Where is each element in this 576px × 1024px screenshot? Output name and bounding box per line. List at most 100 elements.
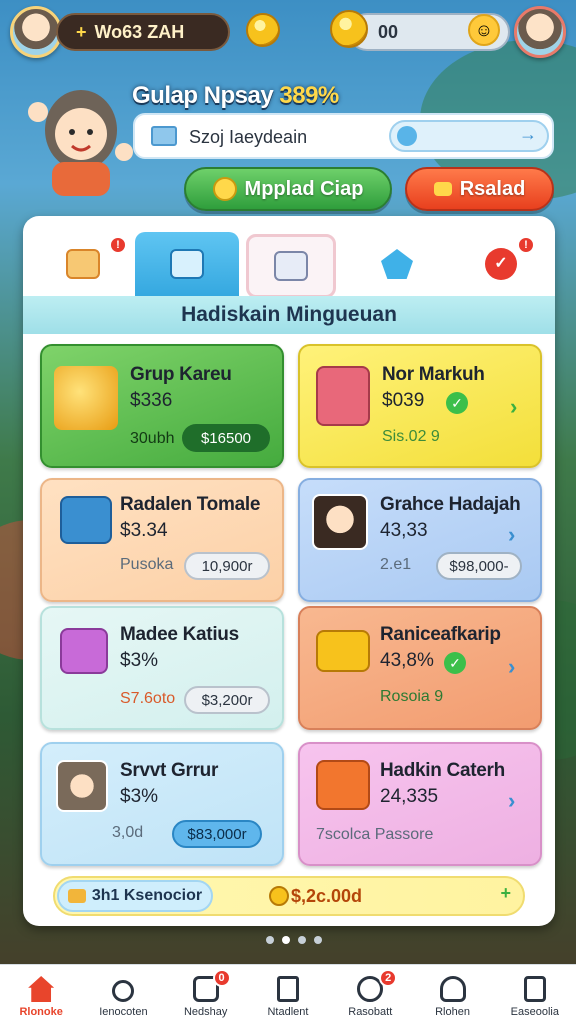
nav-profile[interactable]: Rlohen [411,965,493,1024]
card-title: Raniceafkarip [380,624,501,645]
card-price: $3.34 [120,520,168,541]
offer-card-2[interactable]: Nor Markuh $039 ✓ Sis.02 9 › [298,344,542,468]
arrow-right-icon[interactable]: › [508,788,515,814]
plus-icon: + [76,21,87,42]
card-sub: 2.e1 [380,556,412,573]
offer-card-1[interactable]: Grup Kareu $336 30ubh $16500 [40,344,284,468]
bonus-value: $,2c.00d [291,886,363,906]
tab-check[interactable]: ✓ ! [449,232,553,296]
home-icon [28,976,55,1002]
nav-label: Ienocoten [99,1006,148,1018]
card-price: $039 [382,390,425,411]
card-title: Grup Kareu [130,364,232,385]
offer-card-4[interactable]: Grahce Hadajah 43,33 2.e1 $98,000- › [298,478,542,602]
nav-search[interactable]: Ienocoten [82,965,164,1024]
arrow-right-icon[interactable]: › [508,654,515,680]
friend-avatar[interactable] [514,6,566,58]
nav-label: Nedshay [183,1006,228,1018]
arrow-right-icon: → [519,124,537,144]
player-name: Gulap Npsay 389% [132,82,339,109]
bottom-nav: Rlonoke Ienocoten 0 Nedshay Ntadlent 2 R… [0,964,576,1024]
treasure-chest-icon [316,760,370,810]
main-panel: ! ✓ ! Hadiskain Mingueuan Grup Kareu $33… [23,216,555,926]
search-go[interactable]: → [389,120,549,152]
gift-box-icon [60,628,108,674]
card-price: $3% [120,650,159,671]
woman-portrait-icon [56,760,108,812]
gold-coin-pile-icon [54,366,118,430]
ticket-icon [67,889,86,903]
red-check-icon: ✓ [485,248,517,280]
offer-card-6[interactable]: Raniceafkarip 43,8% ✓ Rosoia 9 › [298,606,542,730]
offer-card-5[interactable]: Madee Katius $3% S7.6oto $3,200r [40,606,284,730]
card-sub: 30ubh [130,430,175,447]
folder-icon [151,126,177,146]
player-avatar[interactable] [10,6,62,58]
card-title: Hadkin Caterh [380,760,505,781]
card-price: $3% [120,786,159,807]
offer-card-8[interactable]: Hadkin Caterh 24,335 7scolca Passore › [298,742,542,866]
tab-gem[interactable] [345,232,449,296]
page-dot-active[interactable] [282,936,290,944]
card-sub: S7.6oto [120,690,176,707]
player-percent: 389% [279,82,339,109]
heart-icon [433,182,452,196]
card-buy-button[interactable]: $98,000- [436,552,522,580]
pagination-dots [266,936,322,944]
top-bar: + Wo63 ZAH 00 ☺ [0,0,576,64]
card-buy-button[interactable]: $16500 [182,424,270,452]
gold-medal-icon[interactable] [246,13,280,47]
arrow-right-icon[interactable]: › [510,394,517,420]
nav-documents[interactable]: Ntadlent [247,965,329,1024]
tab-gift-letter[interactable]: ! [31,232,135,296]
nav-label: Rasobatt [348,1006,393,1018]
offer-card-3[interactable]: Radalen Tomale $3.34 Pusoka 10,900r [40,478,284,602]
arrow-right-icon[interactable]: › [508,522,515,548]
search-bar[interactable]: Szoj Iaeydeain → [133,113,554,159]
card-sub: 3,0d [112,824,144,841]
page-dot[interactable] [266,936,274,944]
smiley-face-icon[interactable]: ☺ [468,14,500,46]
nav-label: Easeoolia [510,1006,559,1018]
page-dot[interactable] [314,936,322,944]
image-edit-icon [170,249,204,279]
card-buy-button[interactable]: 10,900r [184,552,270,580]
globe-icon [397,126,417,146]
card-title: Nor Markuh [382,364,485,385]
bonus-bar[interactable]: 3h1 Ksenocior $,2c.00d + [53,876,525,916]
primary-action-button[interactable]: Mpplad Ciap [184,167,392,211]
section-title: Hadiskain Mingueuan [23,296,555,334]
coin-icon [269,886,289,906]
nav-chat[interactable]: 0 Nedshay [165,965,247,1024]
nav-badge: 0 [212,969,231,987]
nav-home[interactable]: Rlonoke [0,965,82,1024]
offer-card-7[interactable]: Srvvt Grrur $3% 3,0d $83,000r [40,742,284,866]
settings-list-icon [523,976,546,1002]
card-sub: Sis.02 9 [382,428,440,445]
document-icon [276,976,299,1002]
chat-face-icon [274,251,308,281]
card-sub: Rosoia 9 [380,688,444,705]
search-text: Szoj Iaeydeain [189,127,308,147]
nav-emoji[interactable]: 2 Rasobatt [329,965,411,1024]
coin-stack-icon[interactable] [330,10,368,48]
bonus-ticket[interactable]: 3h1 Ksenocior [57,880,213,912]
card-buy-button[interactable]: $83,000r [172,820,262,848]
check-icon: ✓ [446,392,468,414]
treasure-box-icon [60,496,112,544]
secondary-action-button[interactable]: Rsalad [405,167,554,211]
tab-chat-face[interactable] [246,234,336,298]
nav-settings[interactable]: Easeoolia [494,965,576,1024]
page-dot[interactable] [298,936,306,944]
tab-image-edit[interactable] [135,232,239,296]
card-price: 43,8% [380,650,434,671]
plus-arrow-icon[interactable]: + [500,883,511,904]
user-icon [439,976,466,1002]
gift-letter-icon [66,249,100,279]
card-buy-button[interactable]: $3,200r [184,686,270,714]
card-title: Madee Katius [120,624,239,645]
currency-pill[interactable]: + Wo63 ZAH [56,13,230,51]
magic-book-icon [316,366,370,426]
nav-label: Ntadlent [267,1006,309,1018]
blue-gem-icon [381,249,413,279]
